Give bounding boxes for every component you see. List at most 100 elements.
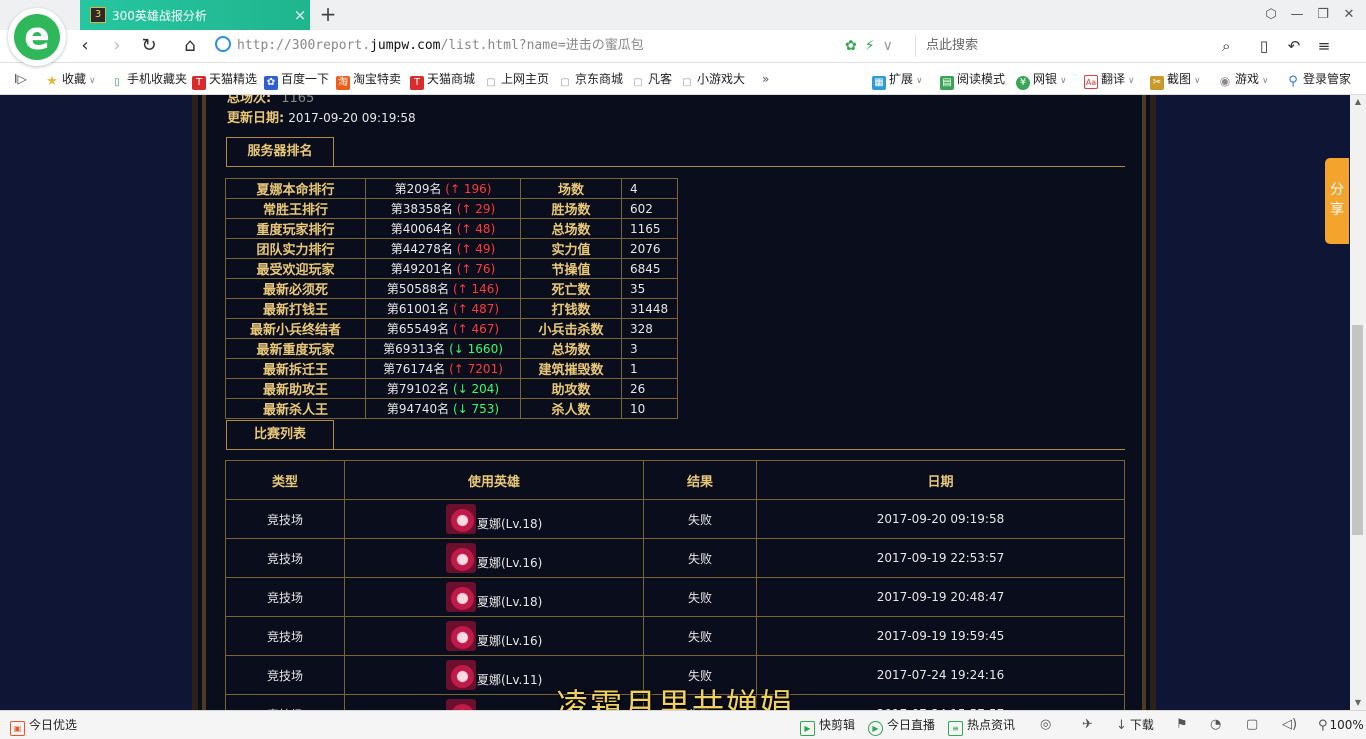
match-row[interactable]: 竞技场 夏娜(Lv.16) 失败 2017-09-19 22:53:57 (225, 538, 1125, 578)
taobao-icon: 淘 (336, 76, 350, 90)
toolbar-screenshot[interactable]: ✂ 截图 ∨ (1150, 70, 1201, 90)
flag-icon[interactable]: ⚑ (1176, 717, 1188, 733)
bookmark-homepage[interactable]: ▢ 上网主页 (484, 70, 549, 88)
bookmark-mini-games[interactable]: ▢ 小游戏大 (680, 70, 745, 88)
ranking-position: 第79102名 (↓ 204) (365, 378, 521, 399)
back-button[interactable]: ‹ (72, 34, 98, 58)
ie-mode-icon[interactable]: ◔ (1210, 717, 1221, 733)
bookmark-tmall-mall[interactable]: T 天猫商城 (410, 70, 476, 90)
site-favicon-icon: 3 (90, 7, 106, 23)
ranking-name: 常胜王排行 (225, 198, 366, 219)
hero-avatar-icon[interactable] (446, 660, 476, 690)
ranking-position: 第76174名 (↑ 7201) (365, 358, 521, 379)
match-hero: 夏娜(Lv.16) (344, 538, 644, 578)
search-icon[interactable]: ⌕ (1222, 35, 1230, 57)
browser-logo[interactable]: e (8, 8, 66, 66)
hero-avatar-icon[interactable] (446, 621, 476, 651)
match-result: 失败 (643, 616, 757, 656)
today-picks[interactable]: ▣ 今日优选 (10, 717, 77, 736)
rank-value: 第50588名 (386, 282, 450, 296)
window-icon[interactable]: ▢ (1246, 717, 1258, 733)
bookmark-tmall-select[interactable]: T 天猫精选 (192, 70, 257, 90)
address-bar[interactable]: http://300report.jumpw.com/list.html?nam… (215, 35, 885, 57)
hero-avatar-icon[interactable] (446, 543, 476, 573)
bookmark-vancl[interactable]: ▢ 凡客 (631, 70, 672, 88)
ranking-name: 最新拆迁王 (225, 358, 366, 379)
home-button[interactable]: ⌂ (177, 34, 203, 58)
skin-icon[interactable]: ⬡ (1258, 0, 1284, 30)
hot-news[interactable]: ≡ 热点资讯 (948, 717, 1015, 736)
scroll-up-icon[interactable]: ▲ (1350, 95, 1366, 109)
live-today-label: 今日直播 (887, 718, 936, 732)
scroll-down-icon[interactable]: ▼ (1350, 696, 1366, 710)
refresh-button[interactable]: ↻ (136, 34, 162, 58)
more-bookmarks-icon[interactable]: » (762, 70, 769, 88)
forward-button[interactable]: › (104, 34, 130, 58)
toolbar-online-banking[interactable]: ¥ 网银 ∨ (1016, 70, 1067, 90)
menu-icon[interactable]: ≡ (1314, 34, 1334, 58)
bookmark-taobao-sale[interactable]: 淘淘宝特卖 (336, 70, 401, 90)
ranking-position: 第69313名 (↓ 1660) (365, 338, 521, 359)
accelerate-icon[interactable]: ✈ (1082, 717, 1093, 733)
sound-icon[interactable]: ◁) (1282, 717, 1297, 733)
network-icon[interactable]: ◎ (1040, 717, 1051, 733)
ranking-row: 最新拆迁王 第76174名 (↑ 7201) 建筑摧毁数 1 (225, 358, 678, 379)
address-dropdown-icon[interactable]: ∨ (883, 38, 893, 54)
downloads[interactable]: ↓ 下载 (1116, 717, 1154, 733)
tab-300-report[interactable]: 3 300英雄战报分析 × (80, 0, 310, 30)
ranking-name: 最新助攻王 (225, 378, 366, 399)
ranking-row: 重度玩家排行 第40064名 (↑ 48) 总场数 1165 (225, 218, 678, 239)
bookmark-jd[interactable]: ▢ 京东商城 (558, 70, 623, 88)
scroll-thumb[interactable] (1352, 325, 1363, 535)
tool-label: 扩展 (889, 72, 914, 86)
downloads-label: 下载 (1129, 718, 1154, 732)
toolbar-games[interactable]: ◉ 游戏 ∨ (1218, 70, 1269, 88)
bookmark-label: 天猫商城 (427, 72, 476, 86)
rank-value: 第44278名 (390, 242, 453, 256)
minimize-button[interactable]: — (1284, 0, 1310, 30)
speed-mode-icon[interactable]: ⚡ (865, 38, 875, 54)
gamepad-icon: ◉ (1219, 74, 1231, 88)
search-input[interactable]: 点此搜索 (915, 35, 1245, 57)
zoom-icon: ⚲ (1318, 718, 1328, 733)
match-date: 2017-07-24 19:24:16 (756, 655, 1125, 695)
hero-avatar-icon[interactable] (446, 582, 476, 612)
chevron-down-icon: ∨ (1128, 76, 1135, 86)
bookmark-baidu[interactable]: ✿ 百度一下 (264, 70, 329, 90)
live-today[interactable]: ▶ 今日直播 (868, 717, 936, 736)
match-row[interactable]: 竞技场 夏娜(Lv.16) 失败 2017-09-19 19:59:45 (225, 616, 1125, 656)
maximize-button[interactable]: ❐ (1310, 0, 1336, 30)
bookmark-mobile-favorites[interactable]: ▯ 手机收藏夹 (110, 70, 187, 88)
bookmark-favorites[interactable]: ★ 收藏 ∨ (45, 70, 95, 89)
toolbar-reading-mode[interactable]: ▤ 阅读模式 (940, 70, 1005, 90)
mobile-icon[interactable]: ▯ (1254, 34, 1274, 58)
hero-avatar-icon[interactable] (446, 504, 476, 534)
match-row[interactable]: 竞技场 夏娜(Lv.18) 失败 2017-09-20 09:19:58 (225, 499, 1125, 539)
bookmark-label: 上网主页 (501, 72, 550, 86)
section-divider (226, 449, 1125, 450)
rank-value: 第69313名 (383, 342, 446, 356)
hero-avatar-icon[interactable] (446, 699, 476, 710)
tool-label: 登录管家 (1303, 72, 1352, 86)
match-row[interactable]: 竞技场 夏娜(Lv.18) 失败 2017-09-19 20:48:47 (225, 577, 1125, 617)
ranking-row: 夏娜本命排行 第209名 (↑ 196) 场数 4 (225, 178, 678, 199)
zoom-level[interactable]: ⚲ 100% (1318, 717, 1364, 733)
share-button[interactable]: 分 享 (1325, 158, 1349, 244)
toolbar-login-manager[interactable]: ⚲ 登录管家 (1286, 70, 1352, 89)
stat-value: 26 (621, 378, 678, 399)
close-window-button[interactable]: ✕ (1336, 0, 1362, 30)
quick-clip[interactable]: ▶ 快剪辑 (800, 717, 855, 736)
bookmark-label: 手机收藏夹 (127, 72, 188, 86)
vertical-scrollbar[interactable]: ▲ ▼ (1350, 95, 1366, 710)
tab-close-icon[interactable]: × (290, 6, 310, 24)
new-tab-button[interactable]: + (316, 3, 340, 27)
tool-label: 翻译 (1101, 72, 1126, 86)
toolbar-translate[interactable]: Aa 翻译 ∨ (1084, 70, 1135, 89)
undo-close-icon[interactable]: ↶ (1284, 34, 1304, 58)
sidebar-toggle-icon[interactable]: I▷ (14, 70, 27, 88)
stat-name: 建筑摧毁数 (520, 358, 622, 379)
toolbar-extensions[interactable]: ▦ 扩展 ∨ (872, 70, 923, 90)
update-value: 2017-09-20 09:19:58 (288, 111, 416, 125)
security-icon[interactable]: ✿ (845, 38, 857, 54)
stat-name: 死亡数 (520, 278, 622, 299)
